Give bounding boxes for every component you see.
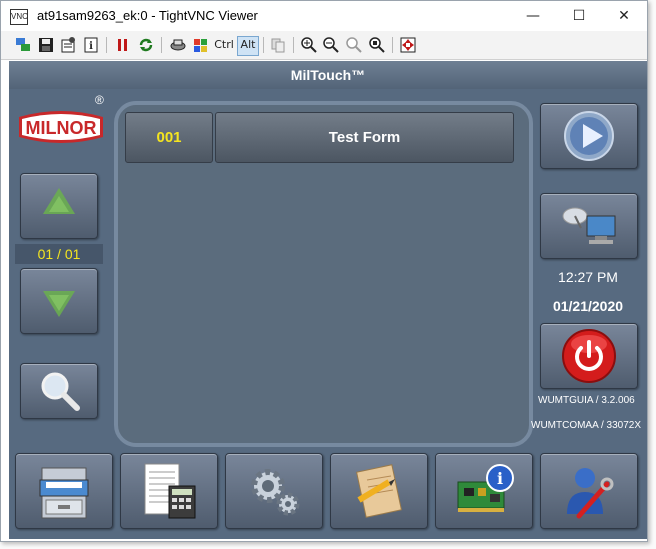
toolbar-separator	[263, 37, 264, 53]
notepad-pencil-icon	[356, 464, 402, 518]
registered-mark: ®	[95, 93, 104, 107]
zoom-out-icon[interactable]	[322, 36, 340, 54]
arrow-down-icon	[43, 291, 75, 317]
notes-button[interactable]	[330, 453, 428, 529]
zoom-in-icon[interactable]	[300, 36, 318, 54]
search-button[interactable]	[20, 363, 98, 419]
pause-icon[interactable]	[114, 36, 132, 54]
options-icon[interactable]	[59, 36, 77, 54]
power-icon	[562, 329, 616, 383]
form-number-cell[interactable]: 001	[125, 112, 213, 163]
refresh-icon[interactable]	[137, 36, 155, 54]
file-cabinet-button[interactable]	[15, 453, 113, 529]
toolbar-separator	[106, 37, 107, 53]
toolbar-separator	[392, 37, 393, 53]
remote-screen[interactable]: MilTouch™ MILNOR ® 01 / 01 001 Test Form	[9, 61, 647, 539]
ctrl-alt-del-icon[interactable]	[169, 36, 187, 54]
toolbar: i Ctrl Alt	[1, 31, 647, 60]
page-counter: 01 / 01	[15, 244, 103, 264]
new-connection-icon[interactable]	[14, 36, 32, 54]
magnifier-icon	[41, 372, 80, 411]
form-name-button[interactable]: Test Form	[215, 112, 514, 163]
page-down-button[interactable]	[20, 268, 98, 334]
window-title: at91sam9263_ek:0 - TightVNC Viewer	[37, 8, 258, 23]
transfer-files-icon[interactable]	[269, 36, 287, 54]
play-icon	[564, 111, 614, 161]
app-header: MilTouch™	[9, 61, 647, 89]
power-button[interactable]	[540, 323, 638, 389]
svg-text:MILNOR: MILNOR	[26, 118, 97, 138]
arrow-up-icon	[43, 188, 75, 214]
minimize-button[interactable]: —	[510, 1, 556, 31]
spreadsheet-calculator-icon	[144, 463, 196, 519]
toolbar-separator	[161, 37, 162, 53]
toolbar-separator	[293, 37, 294, 53]
vnc-app-icon[interactable]: VNC	[10, 9, 28, 25]
zoom-100-icon[interactable]	[345, 36, 363, 54]
settings-button[interactable]	[225, 453, 323, 529]
ctrl-key-button[interactable]: Ctrl	[213, 36, 235, 54]
svg-text:i: i	[497, 469, 503, 488]
network-button[interactable]	[540, 193, 638, 259]
clock-time: 12:27 PM	[558, 269, 618, 285]
alt-key-button[interactable]: Alt	[237, 36, 259, 56]
reports-button[interactable]	[120, 453, 218, 529]
fullscreen-icon[interactable]	[399, 36, 417, 54]
circuit-board-info-icon: i	[457, 464, 514, 512]
satellite-computer-icon	[562, 207, 616, 244]
gui-version: WUMTGUIA / 3.2.006	[538, 395, 635, 406]
user-wrench-icon	[567, 468, 614, 519]
user-tools-button[interactable]	[540, 453, 638, 529]
close-button[interactable]: ✕	[601, 1, 647, 31]
system-info-button[interactable]: i	[435, 453, 533, 529]
svg-text:i: i	[89, 41, 93, 52]
save-icon[interactable]	[37, 36, 55, 54]
zoom-auto-icon[interactable]	[368, 36, 386, 54]
maximize-button[interactable]: ☐	[556, 1, 602, 31]
file-cabinet-icon	[39, 467, 89, 519]
ctrl-esc-icon[interactable]	[192, 36, 210, 54]
vnc-viewer-window: VNC at91sam9263_ek:0 - TightVNC Viewer —…	[0, 0, 648, 542]
milnor-logo: MILNOR	[17, 107, 105, 147]
gears-icon	[251, 469, 300, 516]
info-icon[interactable]: i	[82, 36, 100, 54]
comm-version: WUMTCOMAA / 33072X	[531, 420, 642, 431]
play-button[interactable]	[540, 103, 638, 169]
page-up-button[interactable]	[20, 173, 98, 239]
title-bar[interactable]: VNC at91sam9263_ek:0 - TightVNC Viewer —…	[1, 1, 647, 31]
clock-date: 01/21/2020	[552, 298, 624, 314]
